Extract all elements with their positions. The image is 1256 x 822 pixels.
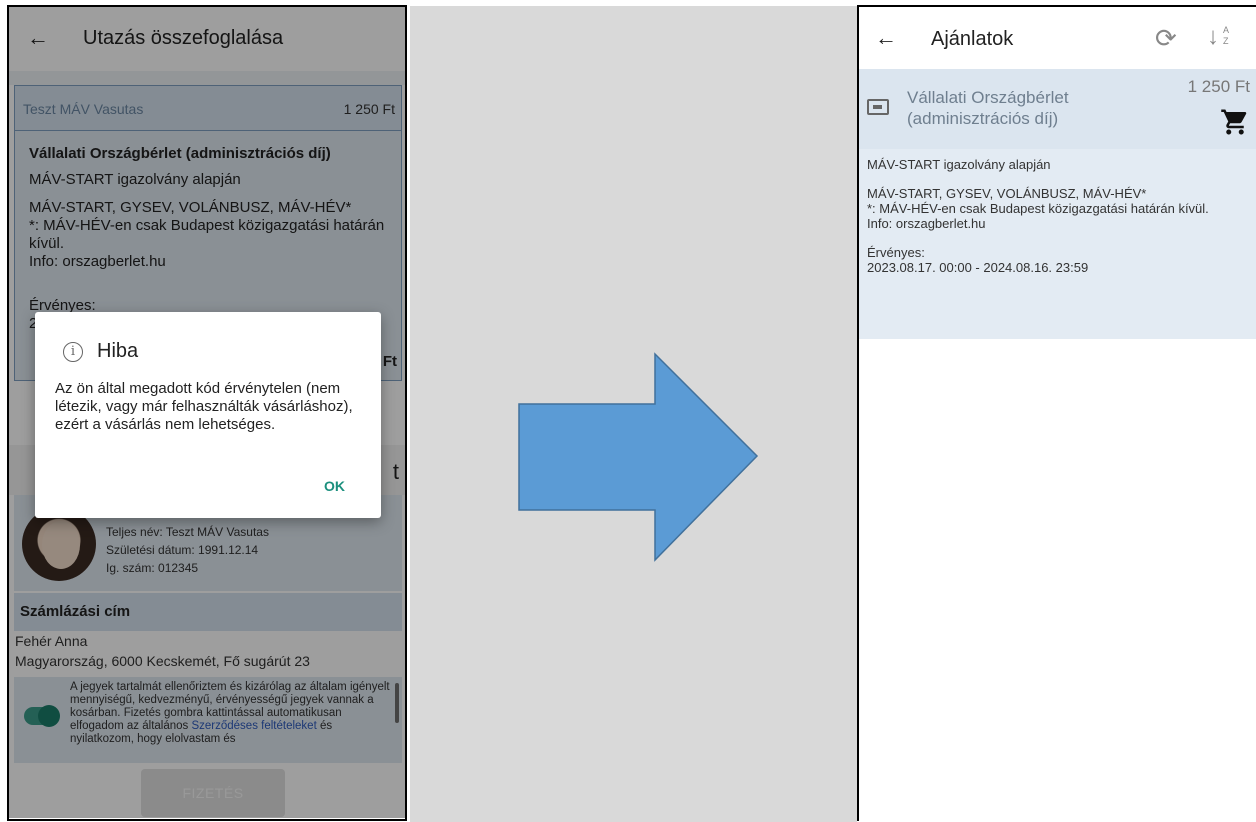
left-phone-screen: ← Utazás összefoglalása Teszt MÁV Vasuta… [7, 5, 407, 821]
page-title: Ajánlatok [931, 28, 1014, 50]
trip-summary-screen: ← Utazás összefoglalása Teszt MÁV Vasuta… [9, 7, 405, 819]
info-icon: i [63, 342, 83, 362]
right-phone-screen: ← Ajánlatok ⟳ ↓ A Z Vállalati Országbérlet… [857, 5, 1256, 821]
ticket-icon [867, 99, 889, 115]
offer-details: MÁV-START, GYSEV, VOLÁNBUSZ, MÁV-HÉV* *:… [867, 186, 1247, 231]
app-bar: ← Ajánlatok ⟳ ↓ A Z [859, 7, 1256, 69]
offer-price: 1 250 Ft [1187, 77, 1250, 96]
offer-basis: MÁV-START igazolvány alapján [867, 157, 1051, 172]
validity-range: 2023.08.17. 00:00 - 2024.08.16. 23:59 [867, 260, 1089, 275]
offer-card[interactable]: Vállalati Országbérlet (adminisztrációs … [859, 69, 1256, 339]
dialog-message: Az ön által megadott kód érvénytelen (ne… [55, 380, 353, 433]
hev-note: *: MÁV-HÉV-en csak Budapest közigazgatás… [867, 201, 1209, 216]
sort-az-icon[interactable]: ↓ A Z [1207, 23, 1237, 53]
info-line: Info: orszagberlet.hu [867, 216, 986, 231]
cart-icon[interactable] [1220, 107, 1250, 137]
error-dialog: i Hiba Az ön által megadott kód érvényte… [35, 312, 381, 518]
ok-button[interactable]: OK [324, 478, 345, 494]
operators-line: MÁV-START, GYSEV, VOLÁNBUSZ, MÁV-HÉV* [867, 186, 1147, 201]
offer-header: Vállalati Országbérlet (adminisztrációs … [859, 69, 1256, 149]
validity-label: Érvényes: [867, 245, 925, 260]
offer-name: Vállalati Országbérlet (adminisztrációs … [907, 88, 1069, 128]
dialog-title: Hiba [97, 340, 139, 362]
back-arrow-icon[interactable]: ← [875, 25, 897, 51]
offer-description: MÁV-START igazolvány alapján MÁV-START, … [867, 157, 1247, 289]
offer-validity: Érvényes: 2023.08.17. 00:00 - 2024.08.16… [867, 245, 1247, 275]
refresh-icon[interactable]: ⟳ [1155, 23, 1177, 54]
right-arrow-icon [518, 352, 759, 562]
